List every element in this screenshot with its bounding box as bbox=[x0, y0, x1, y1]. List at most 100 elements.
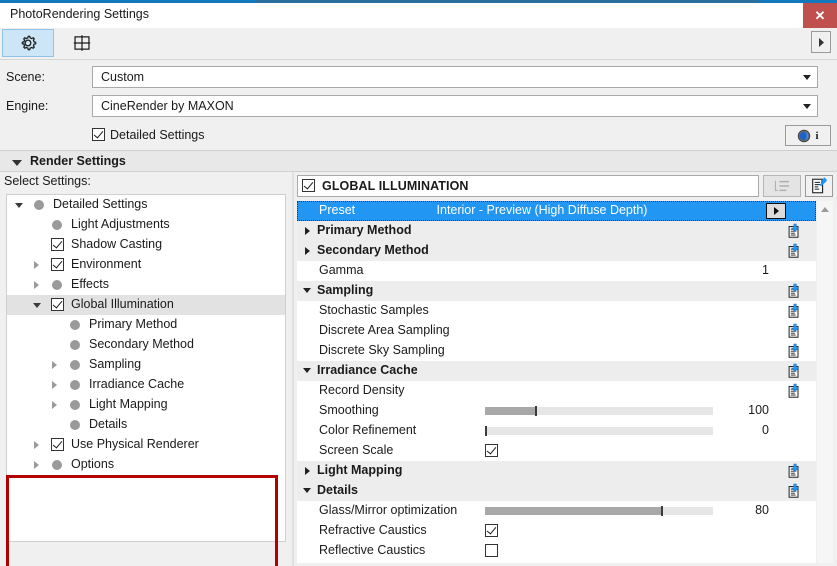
settings-row-slider[interactable] bbox=[485, 406, 713, 416]
tree-item-shadow-casting[interactable]: Shadow Casting bbox=[7, 235, 285, 255]
tree-item-light-mapping[interactable]: Light Mapping bbox=[7, 395, 285, 415]
settings-row-discrete-area-sampling[interactable]: Discrete Area Sampling bbox=[297, 321, 816, 341]
right-panel-scrollbar[interactable] bbox=[817, 201, 833, 563]
preset-dropdown-button[interactable] bbox=[766, 203, 786, 219]
slider-knob[interactable] bbox=[661, 506, 663, 516]
settings-row-slider[interactable] bbox=[485, 506, 713, 516]
apply-to-document-button[interactable] bbox=[786, 303, 802, 319]
apply-to-document-button[interactable] bbox=[786, 363, 802, 379]
chevron-down-icon[interactable] bbox=[33, 301, 42, 310]
layout-grid-tab[interactable] bbox=[56, 29, 108, 57]
tree-item-details[interactable]: Details bbox=[7, 415, 285, 435]
detailed-settings-checkbox[interactable] bbox=[92, 128, 105, 142]
export-settings-button[interactable] bbox=[805, 175, 833, 197]
tree-item-checkbox[interactable] bbox=[51, 258, 64, 272]
settings-row-sampling[interactable]: Sampling bbox=[297, 281, 816, 301]
tree-item-secondary-method[interactable]: Secondary Method bbox=[7, 335, 285, 355]
apply-to-document-button[interactable] bbox=[786, 483, 802, 499]
chevron-right-icon[interactable] bbox=[51, 361, 60, 370]
info-globe-button[interactable]: i bbox=[785, 125, 831, 146]
scene-select[interactable]: Custom bbox=[92, 66, 818, 88]
chevron-down-icon[interactable] bbox=[303, 368, 311, 373]
tree-item-checkbox[interactable] bbox=[51, 438, 64, 452]
engine-label: Engine: bbox=[6, 99, 49, 113]
scroll-up-button[interactable] bbox=[817, 201, 833, 217]
settings-row-smoothing[interactable]: Smoothing 100 bbox=[297, 401, 816, 421]
chevron-down-icon[interactable] bbox=[303, 288, 311, 293]
tree-item-checkbox[interactable] bbox=[51, 238, 64, 252]
apply-to-document-button[interactable] bbox=[786, 223, 802, 239]
close-button[interactable]: ✕ bbox=[803, 3, 837, 28]
settings-row-label: Screen Scale bbox=[319, 443, 394, 457]
settings-row-value: 0 bbox=[762, 423, 769, 437]
apply-to-document-button[interactable] bbox=[786, 283, 802, 299]
slider-knob[interactable] bbox=[535, 406, 537, 416]
global-illumination-checkbox[interactable] bbox=[302, 179, 315, 193]
settings-row-refractive-caustics[interactable]: Refractive Caustics bbox=[297, 521, 816, 541]
settings-row-light-mapping[interactable]: Light Mapping bbox=[297, 461, 816, 481]
settings-row-primary-method[interactable]: Primary Method bbox=[297, 221, 816, 241]
tree-item-global-illumination[interactable]: Global Illumination bbox=[7, 295, 285, 315]
settings-row-color-refinement[interactable]: Color Refinement 0 bbox=[297, 421, 816, 441]
settings-row-diffuse-illumination-only[interactable]: Diffuse Illumination Only bbox=[297, 561, 816, 563]
tree-item-environment[interactable]: Environment bbox=[7, 255, 285, 275]
settings-row-stochastic-samples[interactable]: Stochastic Samples bbox=[297, 301, 816, 321]
tree-item-primary-method[interactable]: Primary Method bbox=[7, 315, 285, 335]
settings-row-glass-mirror-optimization[interactable]: Glass/Mirror optimization 80 bbox=[297, 501, 816, 521]
apply-to-document-button[interactable] bbox=[786, 463, 802, 479]
settings-row-discrete-sky-sampling[interactable]: Discrete Sky Sampling bbox=[297, 341, 816, 361]
tree-item-options[interactable]: Options bbox=[7, 455, 285, 475]
settings-row-preset[interactable]: Preset Interior - Preview (High Diffuse D… bbox=[297, 201, 816, 221]
tree-item-irradiance-cache[interactable]: Irradiance Cache bbox=[7, 375, 285, 395]
settings-row-checkbox[interactable] bbox=[485, 444, 498, 458]
settings-row-record-density[interactable]: Record Density bbox=[297, 381, 816, 401]
render-settings-band[interactable]: Render Settings bbox=[0, 150, 837, 172]
chevron-right-icon[interactable] bbox=[33, 441, 42, 450]
settings-row-reflective-caustics[interactable]: Reflective Caustics bbox=[297, 541, 816, 561]
list-view-button[interactable] bbox=[763, 175, 801, 197]
chevron-right-icon[interactable] bbox=[305, 227, 310, 235]
chevron-right-icon[interactable] bbox=[305, 467, 310, 475]
settings-row-irradiance-cache[interactable]: Irradiance Cache bbox=[297, 361, 816, 381]
gear-icon bbox=[21, 35, 37, 51]
settings-row-screen-scale[interactable]: Screen Scale bbox=[297, 441, 816, 461]
chevron-right-icon[interactable] bbox=[305, 247, 310, 255]
settings-gear-tab[interactable] bbox=[2, 29, 54, 57]
settings-rows-list[interactable]: Preset Interior - Preview (High Diffuse D… bbox=[297, 201, 816, 563]
chevron-right-icon[interactable] bbox=[33, 281, 42, 290]
globe-icon bbox=[798, 129, 811, 142]
apply-to-document-button[interactable] bbox=[786, 383, 802, 399]
settings-row-gamma[interactable]: Gamma 1 bbox=[297, 261, 816, 281]
chevron-down-icon[interactable] bbox=[303, 488, 311, 493]
settings-row-secondary-method[interactable]: Secondary Method bbox=[297, 241, 816, 261]
settings-row-checkbox[interactable] bbox=[485, 544, 498, 558]
tree-item-detailed-settings[interactable]: Detailed Settings bbox=[7, 195, 285, 215]
chevron-right-icon[interactable] bbox=[33, 461, 42, 470]
chevron-down-icon[interactable] bbox=[15, 201, 24, 210]
engine-select[interactable]: CineRender by MAXON bbox=[92, 95, 818, 117]
settings-row-label: Irradiance Cache bbox=[317, 363, 418, 377]
slider-knob[interactable] bbox=[485, 426, 487, 436]
apply-to-document-button[interactable] bbox=[786, 243, 802, 259]
apply-to-document-icon bbox=[788, 283, 800, 298]
tree-item-label: Irradiance Cache bbox=[89, 377, 185, 391]
tree-item-effects[interactable]: Effects bbox=[7, 275, 285, 295]
settings-row-label: Stochastic Samples bbox=[319, 303, 429, 317]
settings-row-label: Reflective Caustics bbox=[319, 543, 426, 557]
chevron-right-icon[interactable] bbox=[51, 401, 60, 410]
settings-row-checkbox[interactable] bbox=[485, 524, 498, 538]
tree-item-light-adjustments[interactable]: Light Adjustments bbox=[7, 215, 285, 235]
settings-row-slider[interactable] bbox=[485, 426, 713, 436]
chevron-right-icon[interactable] bbox=[33, 261, 42, 270]
apply-to-document-icon bbox=[788, 303, 800, 318]
apply-to-document-button[interactable] bbox=[786, 343, 802, 359]
apply-to-document-button[interactable] bbox=[786, 323, 802, 339]
engine-value: CineRender by MAXON bbox=[101, 99, 234, 113]
settings-row-details[interactable]: Details bbox=[297, 481, 816, 501]
tree-item-sampling[interactable]: Sampling bbox=[7, 355, 285, 375]
tree-item-checkbox[interactable] bbox=[51, 298, 64, 312]
chevron-right-icon[interactable] bbox=[51, 381, 60, 390]
settings-tree[interactable]: Detailed Settings Light Adjustments Shadow… bbox=[6, 194, 286, 542]
toolbar-expand-button[interactable] bbox=[811, 31, 831, 53]
tree-item-use-physical-renderer[interactable]: Use Physical Renderer bbox=[7, 435, 285, 455]
